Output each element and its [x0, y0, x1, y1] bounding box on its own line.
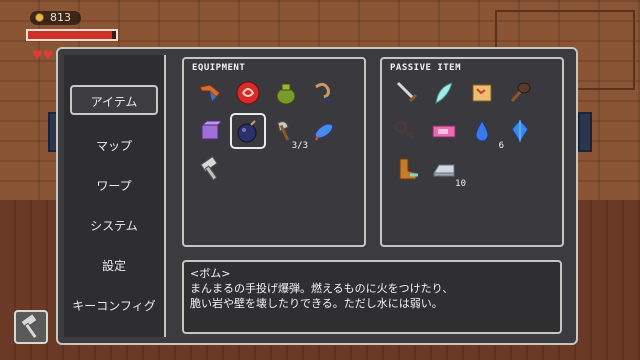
background-window [578, 112, 592, 152]
blue-gem-icon [511, 119, 529, 143]
menu-item-items[interactable]: アイテム [70, 85, 158, 115]
equipment-panel: EQUIPMENT 3/3 [182, 57, 366, 247]
bomb-icon [237, 120, 257, 143]
fire-rune-icon [236, 81, 260, 105]
menu-sidebar: アイテム マップ ワープ システム 設定 キーコンフィグ [64, 55, 166, 337]
menu-item-system[interactable]: システム [70, 211, 158, 241]
passive-slot[interactable] [428, 115, 460, 147]
map-scroll-icon [472, 84, 492, 102]
passive-slot[interactable] [390, 77, 422, 109]
pause-menu: アイテム マップ ワープ システム 設定 キーコンフィグ EQUIPMENT 3… [56, 47, 578, 345]
fish-icon [314, 123, 334, 141]
hammer-icon [200, 156, 218, 181]
passive-slot[interactable]: 10 [428, 153, 466, 189]
item-description-box: <ボム> まんまるの手投げ爆弾。燃えるものに火をつけたり、 脆い岩や壁を壊したり… [182, 260, 562, 334]
passive-slot[interactable] [504, 77, 536, 109]
passive-slot[interactable] [466, 77, 498, 109]
coin-count: 813 [50, 11, 71, 24]
menu-item-warp[interactable]: ワープ [70, 171, 158, 201]
seed-bag-icon [276, 83, 296, 105]
equipment-slot[interactable] [308, 77, 340, 109]
item-description-line: 脆い岩や壁を壊したりできる。ただし水には弱い。 [190, 297, 443, 310]
water-drop-icon [475, 120, 489, 142]
menu-item-map[interactable]: マップ [70, 131, 158, 161]
equipment-slot[interactable]: 3/3 [270, 115, 308, 151]
equipment-count: 3/3 [291, 141, 308, 151]
grapple-hook-icon [315, 82, 333, 104]
item-name: <ボム> [190, 267, 231, 280]
passive-count: 10 [455, 179, 466, 189]
magic-cube-icon [200, 120, 224, 140]
equipment-slot[interactable] [232, 77, 264, 109]
coin-counter: 813 [30, 11, 81, 25]
boomerang-icon [199, 84, 221, 101]
key-icon [394, 120, 416, 141]
menu-item-key-config[interactable]: キーコンフィグ [70, 291, 158, 321]
passive-slot[interactable] [504, 115, 536, 147]
coin-icon [35, 13, 44, 22]
equipped-tool-slot[interactable] [14, 310, 48, 344]
equipment-slot[interactable] [270, 77, 302, 109]
equipment-slot[interactable] [194, 77, 226, 109]
shovel-icon [510, 82, 531, 102]
equipment-slot[interactable] [194, 115, 226, 147]
equipment-slot[interactable] [194, 153, 226, 185]
hammer-icon [20, 313, 38, 340]
ticket-icon [432, 125, 456, 138]
hp-bar [26, 29, 118, 41]
item-description-line: まんまるの手投げ爆弾。燃えるものに火をつけたり、 [190, 282, 454, 295]
passive-slot[interactable] [390, 153, 422, 185]
passive-item-title: PASSIVE ITEM [390, 63, 462, 73]
menu-item-settings[interactable]: 設定 [70, 251, 158, 281]
passive-item-panel: PASSIVE ITEM 6 10 [380, 57, 564, 247]
equipment-slot-selected[interactable] [230, 113, 266, 149]
passive-slot[interactable] [390, 115, 422, 147]
hearts: ♥♥ [32, 48, 54, 62]
passive-slot[interactable] [428, 77, 460, 109]
feather-icon [435, 82, 453, 104]
equipment-slot[interactable] [308, 115, 340, 147]
sword-icon [396, 81, 418, 103]
hp-bar-fill [28, 31, 112, 39]
equipment-title: EQUIPMENT [192, 63, 246, 73]
boots-icon [399, 158, 418, 180]
passive-slot[interactable]: 6 [466, 115, 504, 151]
silver-ingot-icon [433, 164, 455, 177]
